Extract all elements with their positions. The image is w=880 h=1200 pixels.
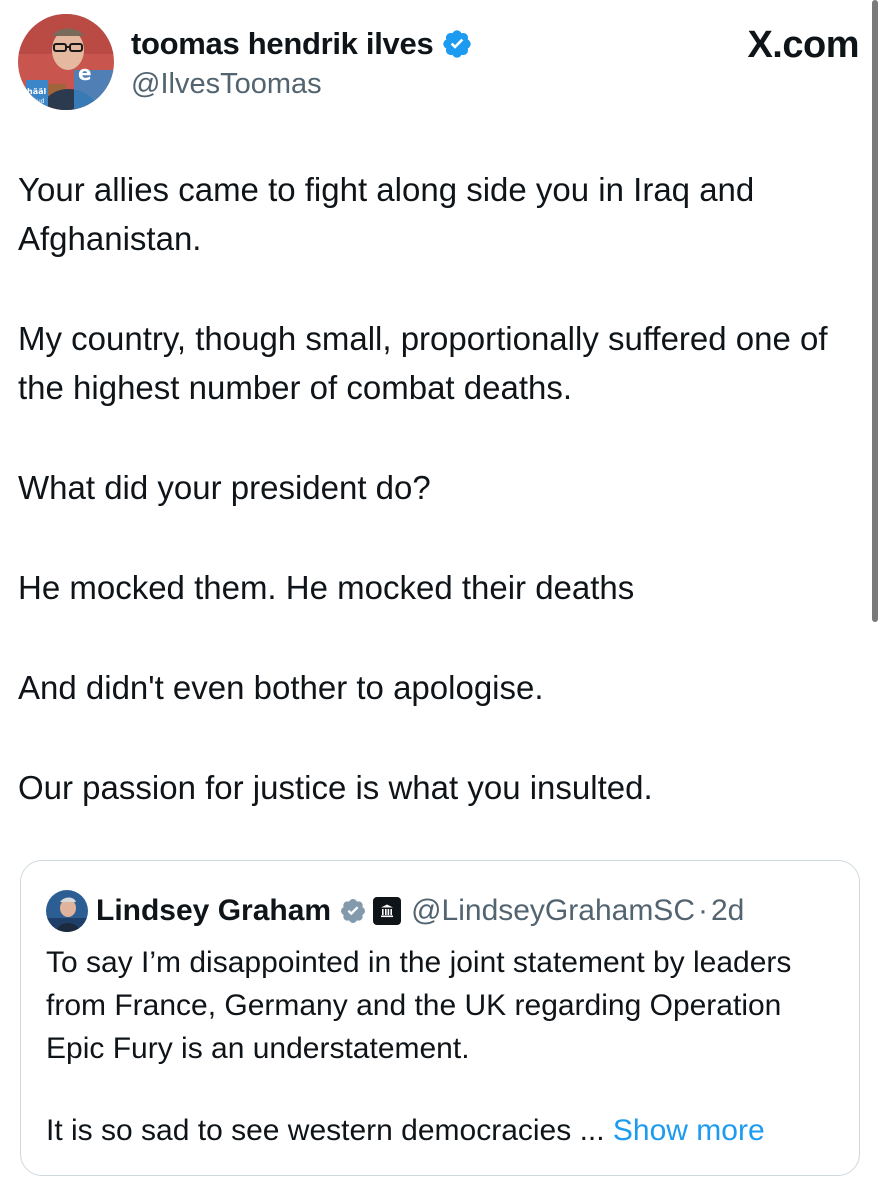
government-building-glyph bbox=[381, 904, 394, 918]
government-building-icon[interactable] bbox=[373, 897, 402, 925]
svg-text:antud: antud bbox=[27, 98, 45, 105]
tweet-paragraph: Our passion for justice is what you insu… bbox=[18, 769, 653, 806]
separator-dot: · bbox=[697, 894, 708, 927]
quoted-avatar[interactable] bbox=[46, 890, 88, 932]
tweet-paragraph: My country, though small, proportionally… bbox=[18, 320, 828, 406]
verified-badge-gray-icon[interactable] bbox=[339, 897, 367, 925]
quoted-tweet-text: To say I’m disappointed in the joint sta… bbox=[46, 941, 836, 1152]
scrollbar[interactable] bbox=[872, 0, 878, 622]
tweet-paragraph: Your allies came to fight along side you… bbox=[18, 171, 755, 257]
svg-text:e: e bbox=[78, 61, 92, 85]
quoted-paragraph-text: It is so sad to see western democracies … bbox=[46, 1114, 605, 1147]
quoted-avatar-image bbox=[46, 890, 88, 932]
avatar[interactable]: e hääl antud bbox=[18, 14, 114, 110]
avatar-image: e hääl antud bbox=[18, 14, 114, 110]
tweet-paragraph: He mocked them. He mocked their deaths bbox=[18, 569, 635, 606]
verified-badge-icon[interactable] bbox=[441, 28, 473, 60]
quoted-tweet-header: Lindsey Graham @LindseyGrahamSC · 2d bbox=[46, 890, 744, 932]
quoted-tweet[interactable]: Lindsey Graham @LindseyGrahamSC · 2d To … bbox=[20, 860, 860, 1176]
author-display-name[interactable]: toomas hendrik ilves bbox=[131, 26, 434, 62]
quoted-display-name[interactable]: Lindsey Graham bbox=[96, 894, 331, 928]
author-name-row: toomas hendrik ilves bbox=[131, 24, 473, 64]
quoted-paragraph-truncated: It is so sad to see western democracies … bbox=[46, 1109, 836, 1152]
author-block: toomas hendrik ilves @IlvesToomas bbox=[131, 24, 473, 101]
tweet-text: Your allies came to fight along side you… bbox=[18, 165, 854, 863]
tweet-paragraph: And didn't even bother to apologise. bbox=[18, 669, 544, 706]
author-handle[interactable]: @IlvesToomas bbox=[131, 68, 473, 101]
tweet-paragraph: What did your president do? bbox=[18, 469, 431, 506]
tweet-header: e hääl antud toomas hendrik ilves @Ilves… bbox=[18, 14, 863, 114]
show-more-link[interactable]: Show more bbox=[613, 1114, 765, 1147]
quoted-paragraph: To say I’m disappointed in the joint sta… bbox=[46, 946, 792, 1065]
x-com-logo: X.com bbox=[747, 24, 859, 66]
quoted-handle[interactable]: @LindseyGrahamSC bbox=[411, 894, 695, 928]
quoted-timestamp[interactable]: 2d bbox=[711, 894, 744, 928]
svg-text:hääl: hääl bbox=[27, 87, 46, 96]
